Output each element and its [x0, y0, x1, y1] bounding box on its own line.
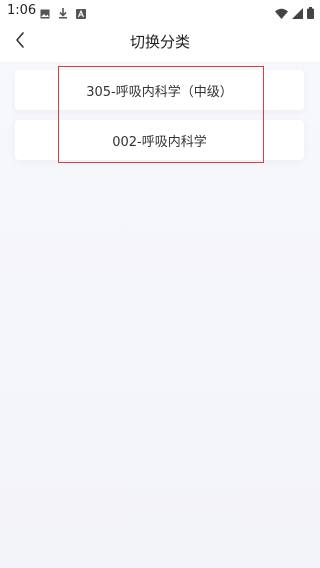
- page-title: 切换分类: [129, 33, 190, 51]
- battery-icon: [307, 4, 314, 23]
- category-item[interactable]: 305-呼吸内科学（中级）: [15, 70, 304, 110]
- wifi-icon: [275, 4, 288, 23]
- category-item[interactable]: 002-呼吸内科学: [15, 120, 304, 160]
- signal-icon: [292, 4, 303, 23]
- status-time: 1:06: [7, 3, 37, 18]
- status-icons-left: [40, 4, 86, 23]
- a-icon: [76, 4, 86, 23]
- category-label: 002-呼吸内科学: [112, 134, 207, 150]
- header: 切换分类: [0, 22, 320, 62]
- download-icon: [58, 4, 68, 23]
- image-icon: [40, 4, 50, 23]
- category-label: 305-呼吸内科学（中级）: [86, 84, 233, 100]
- status-icons-right: [275, 4, 314, 23]
- category-list: 305-呼吸内科学（中级） 002-呼吸内科学: [0, 62, 320, 568]
- status-bar: 1:06: [0, 0, 320, 22]
